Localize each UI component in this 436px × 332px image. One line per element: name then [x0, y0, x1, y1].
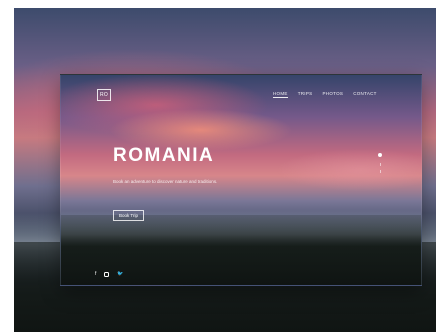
- instagram-icon[interactable]: [104, 271, 110, 277]
- nav-item-home[interactable]: HOME: [273, 91, 288, 98]
- facebook-icon[interactable]: f: [95, 271, 96, 277]
- slide-indicator[interactable]: [380, 163, 381, 166]
- hero-title: ROMANIA: [113, 145, 215, 166]
- hero-description: Book an adventure to discover nature and…: [113, 179, 218, 184]
- twitter-icon[interactable]: 🐦: [117, 271, 123, 277]
- landing-page-card: RO HOME TRIPS PHOTOS CONTACT ROMANIA Boo…: [60, 74, 422, 286]
- nav-item-photos[interactable]: PHOTOS: [322, 91, 343, 98]
- nav-item-contact[interactable]: CONTACT: [353, 91, 377, 98]
- slide-indicator-active[interactable]: [378, 153, 382, 157]
- social-links: f 🐦: [95, 271, 124, 277]
- book-trip-button[interactable]: Book Trip: [113, 210, 145, 221]
- top-navigation: HOME TRIPS PHOTOS CONTACT: [273, 91, 377, 98]
- background-photo: RO HOME TRIPS PHOTOS CONTACT ROMANIA Boo…: [14, 8, 436, 332]
- nav-item-trips[interactable]: TRIPS: [298, 91, 313, 98]
- slide-indicator[interactable]: [380, 170, 381, 173]
- logo[interactable]: RO: [97, 89, 111, 101]
